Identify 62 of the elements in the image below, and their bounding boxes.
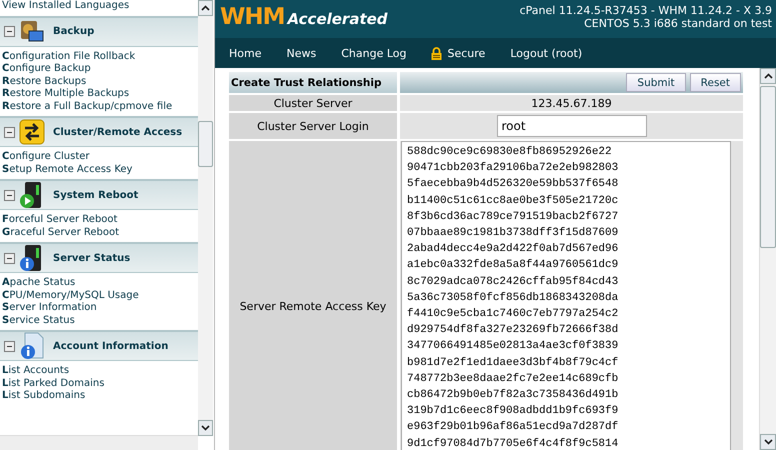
sidebar-link[interactable]: CPU/Memory/MySQL Usage bbox=[0, 290, 198, 302]
sidebar-link[interactable]: List Accounts bbox=[0, 365, 198, 378]
section-header[interactable]: Server Status bbox=[0, 242, 198, 273]
section-header[interactable]: Backup bbox=[0, 16, 198, 46]
collapse-toggle[interactable] bbox=[4, 190, 15, 200]
sidebar-link[interactable]: Server Information bbox=[0, 302, 198, 314]
form-button[interactable]: Submit bbox=[626, 73, 686, 92]
scroll-thumb[interactable] bbox=[198, 121, 213, 167]
section-title[interactable]: Backup bbox=[53, 26, 94, 37]
nav-link[interactable]: Home bbox=[229, 46, 262, 60]
scroll-down-icon[interactable] bbox=[198, 420, 213, 436]
section-header[interactable]: Cluster/Remote Access bbox=[0, 116, 198, 147]
sidebar-link[interactable]: List Parked Domains bbox=[0, 378, 198, 390]
scroll-up-icon[interactable] bbox=[198, 0, 213, 16]
form-button[interactable]: Reset bbox=[690, 73, 741, 92]
scroll-down-icon[interactable] bbox=[760, 434, 776, 450]
document-info-icon bbox=[19, 332, 45, 360]
section-title[interactable]: Server Status bbox=[53, 252, 130, 264]
sidebar-link[interactable]: Configuration File Rollback bbox=[0, 50, 198, 63]
scrollbar[interactable] bbox=[198, 0, 213, 436]
section-title[interactable]: Cluster/Remote Access bbox=[53, 126, 182, 138]
swap-arrows-icon bbox=[19, 118, 45, 146]
version-text: CENTOS 5.3 i686 standard on test bbox=[583, 17, 772, 30]
section-header[interactable]: System Reboot bbox=[0, 179, 198, 210]
field-value: 123.45.67.189 bbox=[400, 95, 743, 111]
key-text-area[interactable]: 588dc90ce9c69830e8fb86952926e22 90471cbb203fa29106ba72e2eb982803 5faecebba9b4d526320e59bb537f6548 b11400c51c61cc8ae0be3f505e21720c 8f3b6cd36ac789ce791519bacb2f6727 07bbaae89c1981b3738dff3f15d87609 2abad4decc4e9a2d422f0ab7d567ed96 a1ebc0a332fde8a5a8f44a9760561dc9 8c7029adca078c2426cffab95f84cd43 5a36c73058f0fcf856db1868343208da f4410c9e5cba1c7460c7eb7797a254c2 d929754df8fa327e23269fb72666f38d 3477066491485e02813a4ae3cf0f3839 b981d7e2f1ed1daee3d3bf4b8f79c4cf 748772b3ee8daae2fc7e2ee14c689cfb cb86472b9b0eb7f82a3c7358436d491b 319b7d1c6eec8f908adbdd1b9fc693f9 e963f29b01b96af86a51ecd9a7d287df 9d1cf97084d7b7705e6f4c4f8f9c5814 bbox=[401, 141, 731, 450]
nav-link[interactable]: Logout (root) bbox=[510, 46, 582, 60]
nav-link[interactable]: Secure bbox=[431, 46, 486, 60]
sidebar-link[interactable]: Service Status bbox=[0, 314, 198, 327]
sidebar-link[interactable]: Setup Remote Access Key bbox=[0, 164, 198, 176]
horizontal-scrollbar[interactable] bbox=[0, 435, 198, 450]
input-field[interactable]: root bbox=[496, 115, 646, 137]
sidebar-link[interactable]: Configure Cluster bbox=[0, 151, 198, 164]
collapse-toggle[interactable] bbox=[4, 340, 15, 352]
field-label: Server Remote Access Key bbox=[229, 141, 397, 450]
form-title: Create Trust Relationship bbox=[229, 72, 397, 93]
nav-link[interactable]: Change Log bbox=[341, 46, 406, 60]
scrollbar[interactable] bbox=[759, 68, 776, 450]
sidebar-link[interactable]: Restore Multiple Backups bbox=[0, 88, 198, 100]
sidebar-link[interactable]: Forceful Server Reboot bbox=[0, 214, 198, 226]
logo-text: WHM bbox=[220, 4, 285, 30]
sidebar-link[interactable]: Restore Backups bbox=[0, 76, 198, 88]
field-label: Cluster Server Login bbox=[229, 113, 397, 139]
sidebar-link[interactable]: Restore a Full Backup/cpmove file bbox=[0, 100, 198, 113]
sidebar-link[interactable]: Apache Status bbox=[0, 277, 198, 290]
scroll-thumb[interactable] bbox=[760, 86, 776, 248]
scroll-up-icon[interactable] bbox=[760, 68, 776, 84]
collapse-toggle[interactable] bbox=[4, 126, 15, 138]
collapse-toggle[interactable] bbox=[4, 26, 15, 37]
section-title[interactable]: Account Information bbox=[53, 340, 168, 352]
field-label: Cluster Server bbox=[229, 95, 397, 111]
nav-link[interactable]: News bbox=[286, 46, 316, 60]
sidebar-link[interactable]: Configure Backup bbox=[0, 63, 198, 76]
sidebar-link[interactable]: View Installed Languages bbox=[0, 0, 198, 12]
collapse-toggle[interactable] bbox=[4, 252, 15, 264]
version-text: cPanel 11.24.5-R37453 - WHM 11.24.2 - X 3.9 bbox=[520, 4, 772, 17]
sidebar-link[interactable]: Graceful Server Reboot bbox=[0, 226, 198, 239]
sidebar-link[interactable]: List Subdomains bbox=[0, 390, 198, 402]
logo-subtitle: Accelerated bbox=[288, 10, 388, 28]
section-header[interactable]: Account Information bbox=[0, 330, 198, 361]
lock-icon bbox=[431, 46, 442, 60]
section-title[interactable]: System Reboot bbox=[53, 190, 138, 200]
